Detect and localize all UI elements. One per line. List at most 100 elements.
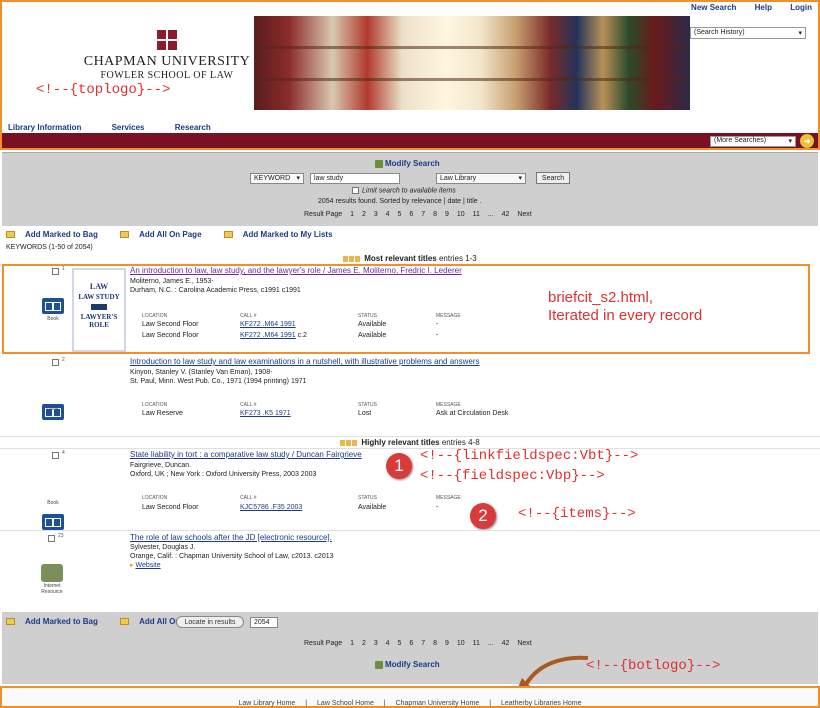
modify-search-link[interactable]: Modify Search: [375, 159, 440, 168]
col-call: CALL #: [240, 402, 257, 408]
item-call-link[interactable]: KF272 .M64 1991: [240, 332, 296, 339]
toplogo-annotation: <!--{toplogo}-->: [36, 82, 171, 98]
record-checkbox[interactable]: [48, 535, 55, 542]
page-42[interactable]: 42: [502, 211, 510, 218]
page-6[interactable]: 6: [409, 211, 413, 218]
main-nav: Library Information Services Research: [8, 123, 239, 132]
nav-research[interactable]: Research: [175, 123, 211, 132]
website-link[interactable]: ▸ Website: [130, 561, 161, 571]
go-arrow-button[interactable]: ➜: [800, 134, 814, 148]
items-annotation: <!--{items}-->: [518, 506, 636, 522]
search-type-select[interactable]: KEYWORD ▾: [250, 173, 304, 184]
record-title[interactable]: An introduction to law, law study, and t…: [130, 266, 530, 275]
record-title[interactable]: Introduction to law study and law examin…: [130, 357, 550, 366]
page-7[interactable]: 7: [421, 211, 425, 218]
item-call-link[interactable]: KF273 .K5 1971: [240, 410, 291, 417]
page-8[interactable]: 8: [433, 640, 437, 647]
pencil-icon: [375, 660, 383, 669]
search-history-select[interactable]: (Search History) ▾: [690, 27, 806, 39]
page-next[interactable]: Next: [517, 211, 531, 218]
col-call: CALL #: [240, 313, 257, 319]
login-link[interactable]: Login: [790, 3, 812, 12]
page-4[interactable]: 4: [386, 211, 390, 218]
page-5[interactable]: 5: [398, 640, 402, 647]
search-button[interactable]: Search: [536, 172, 570, 184]
col-message: MESSAGE: [436, 313, 461, 319]
page-11[interactable]: 11: [473, 211, 480, 218]
footer-chapman-home[interactable]: Chapman University Home: [396, 700, 480, 707]
footer-law-school-home[interactable]: Law School Home: [317, 700, 374, 707]
item-location: Law Second Floor: [142, 504, 199, 511]
item-call-link[interactable]: KF272 .M64 1991: [240, 321, 296, 328]
page-7[interactable]: 7: [421, 640, 425, 647]
record-checkbox[interactable]: [52, 359, 59, 366]
col-call: CALL #: [240, 495, 257, 501]
page-6[interactable]: 6: [409, 640, 413, 647]
add-all-icon: [120, 231, 130, 239]
chevron-down-icon: ▾: [296, 175, 300, 182]
page-42[interactable]: 42: [502, 640, 510, 647]
col-status: STATUS: [358, 313, 377, 319]
add-marked-to-lists[interactable]: Add Marked to My Lists: [223, 230, 343, 239]
col-status: STATUS: [358, 495, 377, 501]
page-1[interactable]: 1: [350, 640, 354, 647]
page-2[interactable]: 2: [362, 211, 366, 218]
page-1[interactable]: 1: [350, 211, 354, 218]
toolbar-top: Add Marked to Bag Add All On Page Add Ma…: [6, 230, 353, 239]
record-checkbox[interactable]: [52, 268, 59, 275]
new-search-link[interactable]: New Search: [691, 3, 736, 12]
record-title[interactable]: State liability in tort : a comparative …: [130, 450, 362, 459]
page-10[interactable]: 10: [457, 211, 465, 218]
locate-in-results-button[interactable]: Locate in results: [176, 616, 244, 628]
record-number: 23: [58, 533, 64, 539]
page-9[interactable]: 9: [445, 211, 449, 218]
record-publication: St. Paul, Minn. West Pub. Co., 1971 (199…: [130, 378, 307, 385]
page-11[interactable]: 11: [473, 640, 480, 647]
add-all-on-page[interactable]: Add All On Page: [120, 230, 211, 239]
cross-logo-icon: [157, 30, 177, 50]
pager-label: Result Page: [304, 640, 343, 647]
modify-search-link-bottom[interactable]: Modify Search: [375, 660, 440, 669]
page-8[interactable]: 8: [433, 211, 437, 218]
page-next[interactable]: Next: [517, 640, 531, 647]
col-location: LOCATION: [142, 495, 168, 501]
page-2[interactable]: 2: [362, 640, 366, 647]
item-call: KF272 .M64 1991 c.2: [240, 332, 307, 339]
search-input[interactable]: law study: [310, 173, 400, 184]
limit-available[interactable]: Limit search to available items: [352, 187, 456, 194]
page-9[interactable]: 9: [445, 640, 449, 647]
more-searches-select[interactable]: (More Searches) ▾: [710, 136, 796, 147]
footer-leatherby-home[interactable]: Leatherby Libraries Home: [501, 700, 582, 707]
format-label: Book: [47, 406, 59, 412]
book-cover[interactable]: LAW LAW STUDY LAWYER'S ROLE: [72, 268, 126, 352]
limit-checkbox[interactable]: [352, 187, 359, 194]
page-3[interactable]: 3: [374, 640, 378, 647]
item-call-link[interactable]: KJC5786 .F35 2003: [240, 504, 302, 511]
page-5[interactable]: 5: [398, 211, 402, 218]
bag-icon: [6, 618, 15, 626]
record-title[interactable]: The role of law schools after the JD [el…: [130, 533, 332, 542]
col-location: LOCATION: [142, 313, 168, 319]
locate-input[interactable]: 2054: [250, 617, 278, 628]
col-message: MESSAGE: [436, 495, 461, 501]
add-marked-to-bag[interactable]: Add Marked to Bag: [6, 617, 108, 626]
university-logo[interactable]: CHAPMAN UNIVERSITY FOWLER SCHOOL OF LAW: [82, 30, 252, 81]
format-label: Internet Resource: [41, 583, 63, 595]
book-icon: [42, 514, 64, 530]
nav-library-information[interactable]: Library Information: [8, 123, 81, 132]
add-marked-to-bag[interactable]: Add Marked to Bag: [6, 230, 108, 239]
record-checkbox[interactable]: [52, 452, 59, 459]
page-4[interactable]: 4: [386, 640, 390, 647]
record-publication: Oxford, UK ; New York : Oxford Universit…: [130, 471, 317, 478]
pager-bottom: Result Page 1 2 3 4 5 6 7 8 9 10 11 ... …: [304, 640, 538, 647]
help-link[interactable]: Help: [755, 3, 772, 12]
annotation-badge-1: 1: [386, 453, 412, 479]
triangle-right-icon: ▸: [130, 562, 134, 569]
nav-services[interactable]: Services: [112, 123, 145, 132]
pager-label: Result Page: [304, 211, 343, 218]
page-10[interactable]: 10: [457, 640, 465, 647]
record-number: 2: [62, 357, 65, 363]
page-3[interactable]: 3: [374, 211, 378, 218]
scope-select[interactable]: Law Library ▾: [436, 173, 526, 184]
footer-law-library-home[interactable]: Law Library Home: [238, 700, 295, 707]
